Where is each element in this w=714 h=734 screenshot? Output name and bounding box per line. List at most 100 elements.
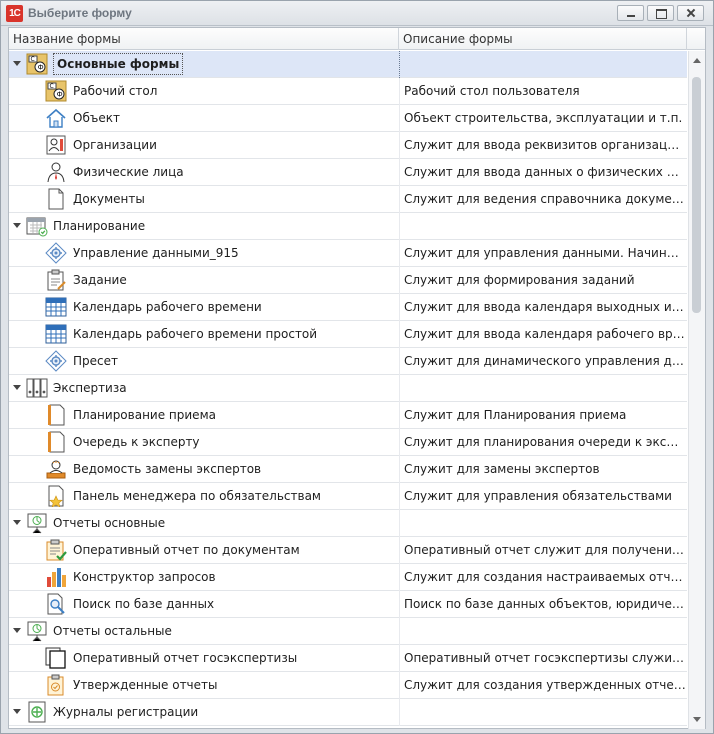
tree-item-row[interactable]: Оперативный отчет госэкспертизы Оперативн…	[9, 645, 687, 672]
expand-toggle-icon[interactable]	[13, 223, 21, 228]
document-icon	[45, 188, 67, 210]
title-bar[interactable]: 1C Выберите форму	[1, 1, 713, 26]
form-name: Конструктор запросов	[73, 570, 216, 584]
notebook-icon	[45, 431, 67, 453]
expand-toggle-icon[interactable]	[13, 709, 21, 714]
group-label: Экспертиза	[53, 381, 127, 395]
forms-tree-list: Название формы Описание формы C Ф Основные…	[8, 27, 706, 729]
tree-item-row[interactable]: Задание Служит для формирования заданий	[9, 267, 687, 294]
presentation-icon	[26, 620, 48, 642]
tree-item-row[interactable]: Панель менеджера по обязательствам Служит…	[9, 483, 687, 510]
tree-item-row[interactable]: Пресет Служит для динамического управлени…	[9, 348, 687, 375]
tree-item-row[interactable]: Календарь рабочего времени простой Служит…	[9, 321, 687, 348]
form-description: Рабочий стол пользователя	[399, 78, 686, 105]
calendar-icon	[45, 296, 67, 318]
form-name: Пресет	[73, 354, 118, 368]
tree-group-row[interactable]: Экспертиза	[9, 375, 687, 402]
tree-item-row[interactable]: Утвержденные отчеты Служит для создания у…	[9, 672, 687, 699]
svg-text:C: C	[50, 83, 54, 90]
form-name: Управление данными_915	[73, 246, 239, 260]
user-tray-icon	[45, 458, 67, 480]
scroll-up-arrow-icon[interactable]	[693, 58, 701, 63]
tree-item-row[interactable]: C Ф Рабочий стол Рабочий стол пользователя	[9, 78, 687, 105]
scroll-down-arrow-icon[interactable]	[693, 717, 701, 722]
form-description: Служит для управления данными. Начиная с…	[399, 240, 686, 267]
form-name: Оперативный отчет по документам	[73, 543, 300, 557]
group-label: Планирование	[53, 219, 146, 233]
form-description	[399, 618, 686, 645]
vertical-scrollbar[interactable]	[688, 51, 705, 729]
form-description: Оперативный отчет служит для получения о…	[399, 537, 686, 564]
tree-item-row[interactable]: Конструктор запросов Служит для создания …	[9, 564, 687, 591]
form-description	[399, 213, 686, 240]
select-form-window: 1C Выберите форму Название формы Описани…	[0, 0, 714, 734]
tree-group-row[interactable]: Планирование	[9, 213, 687, 240]
form-description: Служит для ввода данных о физических лиц…	[399, 159, 686, 186]
form-name: Поиск по базе данных	[73, 597, 215, 611]
expand-toggle-icon[interactable]	[13, 61, 21, 66]
form-name: Физические лица	[73, 165, 184, 179]
gear-diamond-icon	[45, 350, 67, 372]
form-description: Служит для Планирования приема	[399, 402, 686, 429]
form-description: Служит для ведения справочника документо…	[399, 186, 686, 213]
form-description: Поиск по базе данных объектов, юридическ…	[399, 591, 686, 618]
tree-group-row[interactable]: Журналы регистрации	[9, 699, 687, 726]
form-description	[399, 375, 686, 402]
column-header-description[interactable]: Описание формы	[399, 28, 687, 50]
svg-text:Ф: Ф	[57, 91, 63, 99]
tree-item-row[interactable]: Управление данными_915 Служит для управле…	[9, 240, 687, 267]
form-name: Очередь к эксперту	[73, 435, 200, 449]
group-label: Отчеты остальные	[53, 624, 172, 638]
maximize-button[interactable]	[647, 5, 674, 21]
form-description: Служит для динамического управления данн…	[399, 348, 686, 375]
presentation-icon	[26, 512, 48, 534]
form-description	[399, 510, 686, 537]
tree-group-row[interactable]: Отчеты основные	[9, 510, 687, 537]
tree-item-row[interactable]: Объект Объект строительства, эксплуатации…	[9, 105, 687, 132]
check-clipboard-icon	[45, 539, 67, 561]
star-document-icon	[45, 485, 67, 508]
group-label: Отчеты основные	[53, 516, 166, 530]
column-header-name[interactable]: Название формы	[9, 28, 399, 50]
binders-icon	[26, 377, 48, 399]
person-icon	[45, 161, 67, 183]
form-description: Служит для создания утвержденных отчетов	[399, 672, 686, 699]
tree-item-row[interactable]: Календарь рабочего времени Служит для вво…	[9, 294, 687, 321]
tree-group-row[interactable]: C Ф Основные формы	[9, 51, 687, 78]
window-title: Выберите форму	[28, 6, 132, 20]
notebook-icon	[45, 404, 67, 426]
expand-toggle-icon[interactable]	[13, 385, 21, 390]
expand-toggle-icon[interactable]	[13, 520, 21, 525]
form-name: Документы	[73, 192, 145, 206]
form-name: Панель менеджера по обязательствам	[73, 489, 321, 503]
tree-item-row[interactable]: Физические лица Служит для ввода данных о…	[9, 159, 687, 186]
minimize-button[interactable]	[617, 5, 644, 21]
svg-text:Ф: Ф	[38, 64, 44, 72]
group-label: Журналы регистрации	[53, 705, 199, 719]
tree-item-row[interactable]: Поиск по базе данных Поиск по базе данных…	[9, 591, 687, 618]
close-button[interactable]	[677, 5, 704, 21]
form-description	[399, 51, 686, 78]
tree-item-row[interactable]: Очередь к эксперту Служит для планировани…	[9, 429, 687, 456]
form-name: Объект	[73, 111, 120, 125]
form-name: Планирование приема	[73, 408, 216, 422]
scrollbar-thumb[interactable]	[692, 77, 701, 313]
expand-toggle-icon[interactable]	[13, 628, 21, 633]
organization-icon	[45, 134, 67, 156]
selected-group-label: Основные формы	[53, 53, 184, 75]
task-clipboard-icon	[45, 269, 67, 291]
tree-item-row[interactable]: Ведомость замены экспертов Служит для зам…	[9, 456, 687, 483]
form-description: Служит для создания настраиваемых отчето…	[399, 564, 686, 591]
form-description: Служит для замены экспертов	[399, 456, 686, 483]
tree-group-row[interactable]: Отчеты остальные	[9, 618, 687, 645]
tree-item-row[interactable]: Планирование приема Служит для Планирован…	[9, 402, 687, 429]
tree-item-row[interactable]: Оперативный отчет по документам Оперативн…	[9, 537, 687, 564]
form-name: Календарь рабочего времени	[73, 300, 262, 314]
form-name: Рабочий стол	[73, 84, 158, 98]
main-forms-icon: CФ	[26, 53, 48, 75]
tree-item-row[interactable]: Документы Служит для ведения справочника …	[9, 186, 687, 213]
calendar-icon	[45, 323, 67, 345]
gear-diamond-icon	[45, 242, 67, 264]
form-description: Служит для ввода календаря рабочего врем…	[399, 321, 686, 348]
tree-item-row[interactable]: Организации Служит для ввода реквизитов о…	[9, 132, 687, 159]
